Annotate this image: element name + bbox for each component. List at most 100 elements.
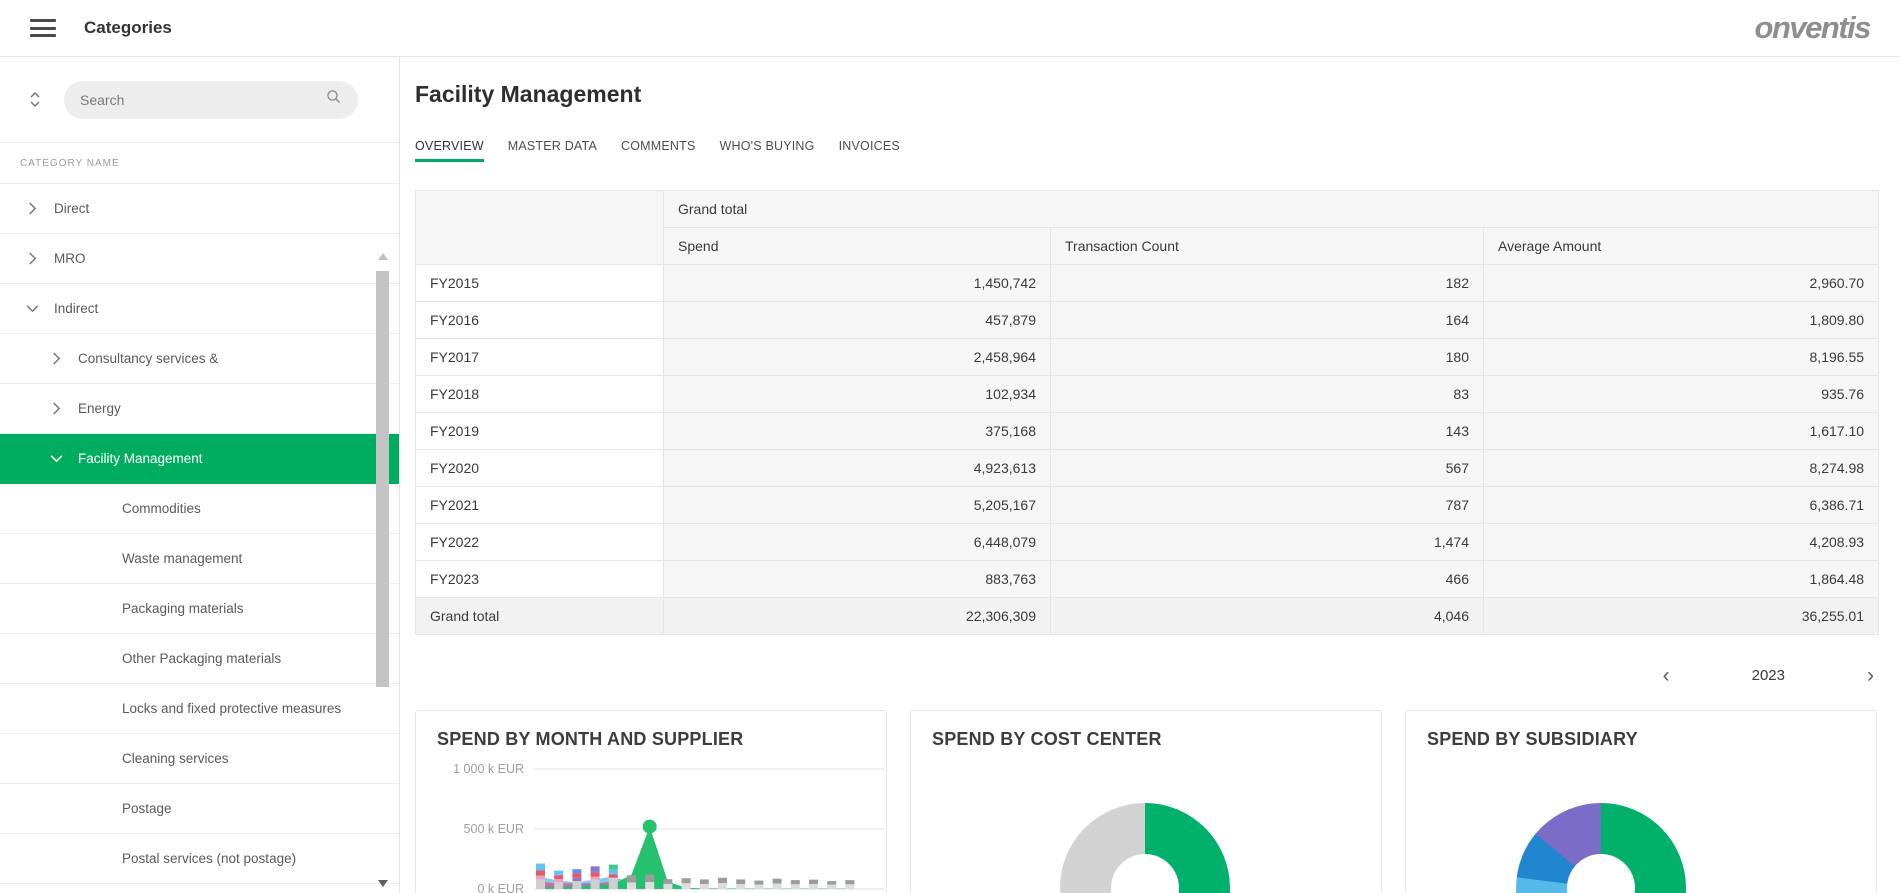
sidebar-item-label: Postal services (not postage) [122,851,296,866]
sort-icon[interactable] [24,89,46,111]
sidebar-item-commodities[interactable]: Commodities [0,484,399,534]
chart-title-subsidiary: SPEND BY SUBSIDIARY [1427,729,1638,750]
row-label-cell: FY2023 [416,561,664,598]
sidebar-item-facility-management[interactable]: Facility Management [0,434,399,484]
table-group-header: Grand total [664,191,1879,228]
scrollbar-thumb[interactable] [376,271,389,687]
sidebar-item-label: Energy [78,401,121,416]
chevron-down-icon [28,302,38,315]
value-cell: 22,306,309 [664,598,1051,635]
value-cell: 8,274.98 [1484,450,1879,487]
row-label-cell: FY2022 [416,524,664,561]
row-label-cell: FY2017 [416,339,664,376]
donut-hole [1567,854,1635,893]
row-label-cell: FY2018 [416,376,664,413]
value-cell: 4,208.93 [1484,524,1879,561]
sidebar-item-label: Commodities [122,501,201,516]
sidebar-item-energy[interactable]: Energy [0,384,399,434]
sidebar-item-direct[interactable]: Direct [0,184,399,234]
sidebar-item-waste-management[interactable]: Waste management [0,534,399,584]
main-panel: Facility Management OVERVIEWMASTER DATAC… [400,57,1900,893]
sidebar-item-cleaning-services[interactable]: Cleaning services [0,734,399,784]
value-cell: 1,617.10 [1484,413,1879,450]
spend-by-subsidiary-card: SPEND BY SUBSIDIARY [1405,710,1877,893]
chevron-right-icon [52,352,62,365]
value-cell: 787 [1051,487,1484,524]
sidebar-item-postage[interactable]: Postage [0,784,399,834]
table-row: FY2023883,7634661,864.48 [416,561,1879,598]
chart-title-cost-center: SPEND BY COST CENTER [932,729,1162,750]
svg-text:0 k EUR: 0 k EUR [477,882,524,893]
hamburger-menu-icon[interactable] [30,19,56,37]
value-cell: 36,255.01 [1484,598,1879,635]
sidebar-item-consultancy-services[interactable]: Consultancy services & [0,334,399,384]
sidebar-item-indirect[interactable]: Indirect [0,284,399,334]
next-year-icon[interactable]: › [1863,665,1878,686]
value-cell: 457,879 [664,302,1051,339]
onventis-logo: onventis [1755,10,1870,46]
value-cell: 5,205,167 [664,487,1051,524]
app-window: Categories onventis CATEGORY NAME Direct… [0,0,1900,893]
value-cell: 180 [1051,339,1484,376]
table-row: FY2016457,8791641,809.80 [416,302,1879,339]
chevron-right-icon [52,402,62,415]
value-cell: 1,474 [1051,524,1484,561]
tab-master-data[interactable]: MASTER DATA [508,139,597,162]
search-pill [64,81,358,119]
row-label-cell: FY2016 [416,302,664,339]
spend-by-month-card: SPEND BY MONTH AND SUPPLIER 1 000 k EUR5… [415,710,887,893]
value-cell: 1,864.48 [1484,561,1879,598]
value-cell: 6,386.71 [1484,487,1879,524]
row-label-cell: FY2015 [416,265,664,302]
svg-text:500 k EUR: 500 k EUR [464,822,524,836]
table-row: FY20151,450,7421822,960.70 [416,265,1879,302]
sidebar-item-label: Cleaning services [122,751,229,766]
previous-year-icon[interactable]: ‹ [1659,665,1674,686]
table-row: FY20226,448,0791,4744,208.93 [416,524,1879,561]
value-cell: 102,934 [664,376,1051,413]
table-row: FY20215,205,1677876,386.71 [416,487,1879,524]
magnifier-icon [326,89,342,110]
value-cell: 8,196.55 [1484,339,1879,376]
subsidiary-donut-chart [1516,803,1686,893]
scroll-up-icon[interactable] [378,253,388,260]
category-tree: Direct MRO Indirect Consultancy services… [0,184,399,884]
value-cell: 164 [1051,302,1484,339]
value-cell: 182 [1051,265,1484,302]
table-corner-cell [416,191,664,265]
value-cell: 466 [1051,561,1484,598]
tab-overview[interactable]: OVERVIEW [415,139,484,162]
tab-invoices[interactable]: INVOICES [839,139,900,162]
chart-title-month-supplier: SPEND BY MONTH AND SUPPLIER [437,729,743,750]
current-year-label: 2023 [1752,667,1785,684]
sidebar-item-postal-services-not-postage[interactable]: Postal services (not postage) [0,834,399,884]
chart-cards-row: SPEND BY MONTH AND SUPPLIER 1 000 k EUR5… [415,710,1883,893]
value-cell: 1,809.80 [1484,302,1879,339]
chevron-down-icon [52,452,62,465]
value-cell: 4,046 [1051,598,1484,635]
value-cell: 143 [1051,413,1484,450]
sidebar-item-label: Facility Management [78,451,203,466]
sidebar-search-row [0,57,399,143]
tab-bar: OVERVIEW MASTER DATA COMMENTS WHO'S BUYING I… [415,139,900,162]
sidebar-item-label: Locks and fixed protective measures [122,701,341,716]
sidebar-item-packaging-materials[interactable]: Packaging materials [0,584,399,634]
sidebar-item-label: Indirect [54,301,98,316]
top-bar: Categories onventis [0,0,1900,57]
page-title: Categories [84,18,172,38]
sidebar-item-locks-and-fixed-protective-measures[interactable]: Locks and fixed protective measures [0,684,399,734]
sidebar-item-mro[interactable]: MRO [0,234,399,284]
cost-center-donut-chart [1060,803,1230,893]
donut-hole [1111,854,1179,893]
value-cell: 1,450,742 [664,265,1051,302]
chevron-right-icon [28,202,38,215]
search-input[interactable] [80,92,326,108]
tab-who-s-buying[interactable]: WHO'S BUYING [720,139,815,162]
value-cell: 6,448,079 [664,524,1051,561]
value-cell: 883,763 [664,561,1051,598]
scroll-down-icon[interactable] [378,880,388,887]
value-cell: 2,960.70 [1484,265,1879,302]
tab-comments[interactable]: COMMENTS [621,139,696,162]
sidebar-item-label: Direct [54,201,89,216]
sidebar-item-other-packaging-materials[interactable]: Other Packaging materials [0,634,399,684]
